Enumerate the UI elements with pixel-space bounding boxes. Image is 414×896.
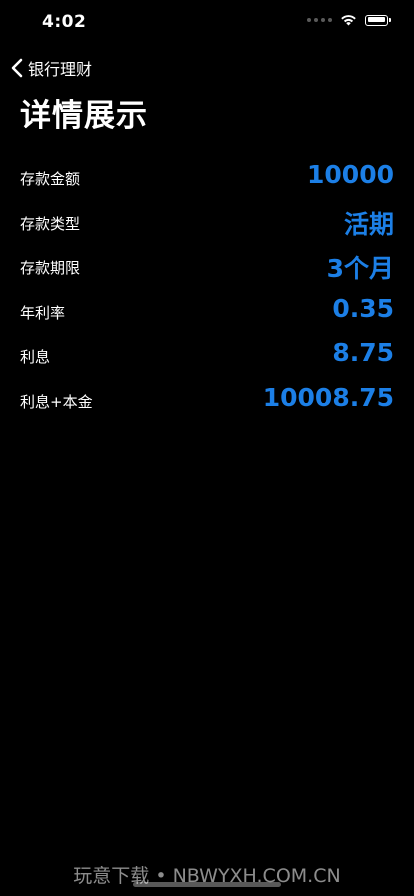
detail-row-total: 利息+本金 10008.75 [0, 379, 414, 424]
detail-label: 利息 [20, 348, 51, 366]
detail-label: 存款金额 [20, 170, 81, 188]
detail-value: 8.75 [332, 338, 394, 367]
detail-row-deposit-term: 存款期限 3个月 [0, 245, 414, 290]
detail-value: 3个月 [326, 254, 394, 283]
signal-icon [307, 18, 332, 22]
detail-label: 存款期限 [20, 259, 81, 277]
detail-value: 0.35 [332, 293, 394, 323]
back-button[interactable]: 银行理财 [10, 54, 92, 82]
status-bar: 4:02 [0, 0, 414, 46]
back-button-label: 银行理财 [28, 60, 93, 79]
detail-label: 年利率 [20, 303, 66, 322]
wifi-icon [341, 15, 356, 26]
home-indicator[interactable] [133, 882, 281, 887]
status-indicators [307, 14, 391, 26]
detail-row-interest: 利息 8.75 [0, 334, 414, 379]
detail-value: 10008.75 [262, 382, 394, 412]
detail-row-deposit-type: 存款类型 活期 [0, 201, 414, 246]
status-time: 4:02 [42, 12, 87, 32]
detail-label: 利息+本金 [20, 392, 93, 411]
detail-list: 存款金额 10000 存款类型 活期 存款期限 3个月 年利率 0.35 利息 … [0, 156, 414, 423]
page-title: 详情展示 [20, 98, 148, 134]
detail-row-annual-rate: 年利率 0.35 [0, 290, 414, 335]
detail-row-deposit-amount: 存款金额 10000 [0, 156, 414, 201]
chevron-left-icon [11, 58, 23, 78]
detail-label: 存款类型 [20, 214, 81, 233]
detail-value: 10000 [307, 160, 394, 189]
detail-value: 活期 [343, 209, 394, 239]
battery-icon [365, 14, 391, 26]
